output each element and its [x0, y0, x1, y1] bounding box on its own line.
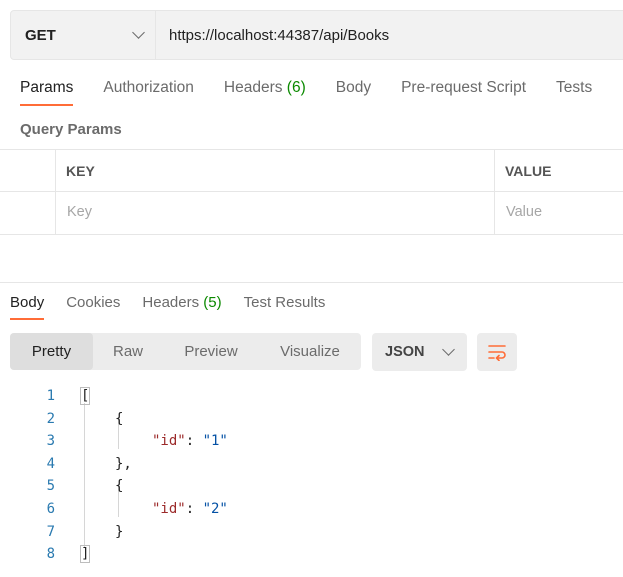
tab-response-body[interactable]: Body [10, 294, 45, 320]
method-label: GET [25, 26, 56, 44]
code-line: { [115, 475, 123, 498]
view-pretty-button[interactable]: Pretty [10, 333, 93, 370]
tab-response-headers[interactable]: Headers (5) [142, 294, 221, 311]
value-input[interactable]: Value [506, 204, 542, 220]
open-brace: { [115, 478, 124, 495]
view-raw-button[interactable]: Raw [93, 333, 163, 370]
method-select[interactable]: GET [11, 11, 156, 59]
json-value: "2" [202, 501, 228, 517]
chevron-down-icon [442, 343, 455, 356]
open-bracket: [ [79, 387, 91, 405]
close-brace: } [115, 523, 124, 540]
code-line: ] [79, 543, 91, 566]
json-value: "1" [202, 433, 228, 450]
key-input[interactable]: Key [67, 204, 92, 220]
wrap-lines-button[interactable] [477, 333, 517, 371]
code-line: "id": "2" [152, 501, 228, 517]
key-column-header: KEY [66, 163, 95, 179]
format-label: JSON [385, 344, 425, 360]
code-line: [ [79, 385, 91, 408]
response-tabs: Body Cookies Headers (5) Test Results [10, 294, 347, 320]
open-brace: { [115, 410, 124, 427]
line-number: 1 [46, 388, 55, 404]
response-divider [0, 282, 623, 283]
tab-test-results[interactable]: Test Results [244, 294, 326, 311]
value-column-header: VALUE [505, 163, 552, 179]
url-input[interactable]: https://localhost:44387/api/Books [156, 11, 623, 59]
response-headers-count: (5) [203, 294, 222, 311]
tab-pre-request-script[interactable]: Pre-request Script [401, 79, 526, 97]
format-select[interactable]: JSON [372, 333, 467, 371]
line-number: 3 [46, 433, 55, 450]
request-tabs: Params Authorization Headers (6) Body Pr… [20, 79, 622, 106]
line-number: 2 [46, 410, 55, 427]
line-number: 8 [46, 546, 55, 563]
tab-authorization[interactable]: Authorization [103, 79, 193, 97]
view-visualize-button[interactable]: Visualize [259, 333, 361, 370]
line-number: 5 [46, 478, 55, 495]
tab-tests[interactable]: Tests [556, 79, 592, 97]
request-bar: GET https://localhost:44387/api/Books [10, 10, 623, 60]
tab-cookies[interactable]: Cookies [66, 294, 120, 311]
column-divider [494, 150, 495, 234]
json-key: "id" [152, 433, 186, 450]
close-bracket: ] [79, 545, 91, 564]
headers-count: (6) [286, 79, 306, 96]
tab-params[interactable]: Params [20, 79, 74, 106]
indent-guide [84, 403, 85, 547]
view-preview-button[interactable]: Preview [163, 333, 259, 370]
code-line: { [115, 408, 123, 431]
json-key: "id" [152, 501, 186, 517]
chevron-down-icon [132, 26, 145, 39]
code-line: "id": "1" [152, 433, 228, 450]
code-line: } [115, 521, 123, 544]
column-divider [55, 150, 56, 234]
query-params-table: KEY VALUE Key Value [0, 149, 623, 235]
wrap-lines-icon [488, 345, 506, 361]
line-number: 7 [46, 523, 55, 540]
table-header-row: KEY VALUE [0, 150, 623, 192]
line-number: 4 [46, 455, 55, 472]
query-params-title: Query Params [20, 121, 122, 138]
line-number: 6 [46, 501, 55, 517]
tab-headers[interactable]: Headers (6) [224, 79, 306, 97]
view-mode-group: Pretty Raw Preview Visualize [10, 333, 361, 370]
tab-body[interactable]: Body [336, 79, 371, 97]
code-line: }, [115, 453, 132, 476]
close-brace: }, [115, 455, 132, 472]
table-row: Key Value [0, 192, 623, 233]
